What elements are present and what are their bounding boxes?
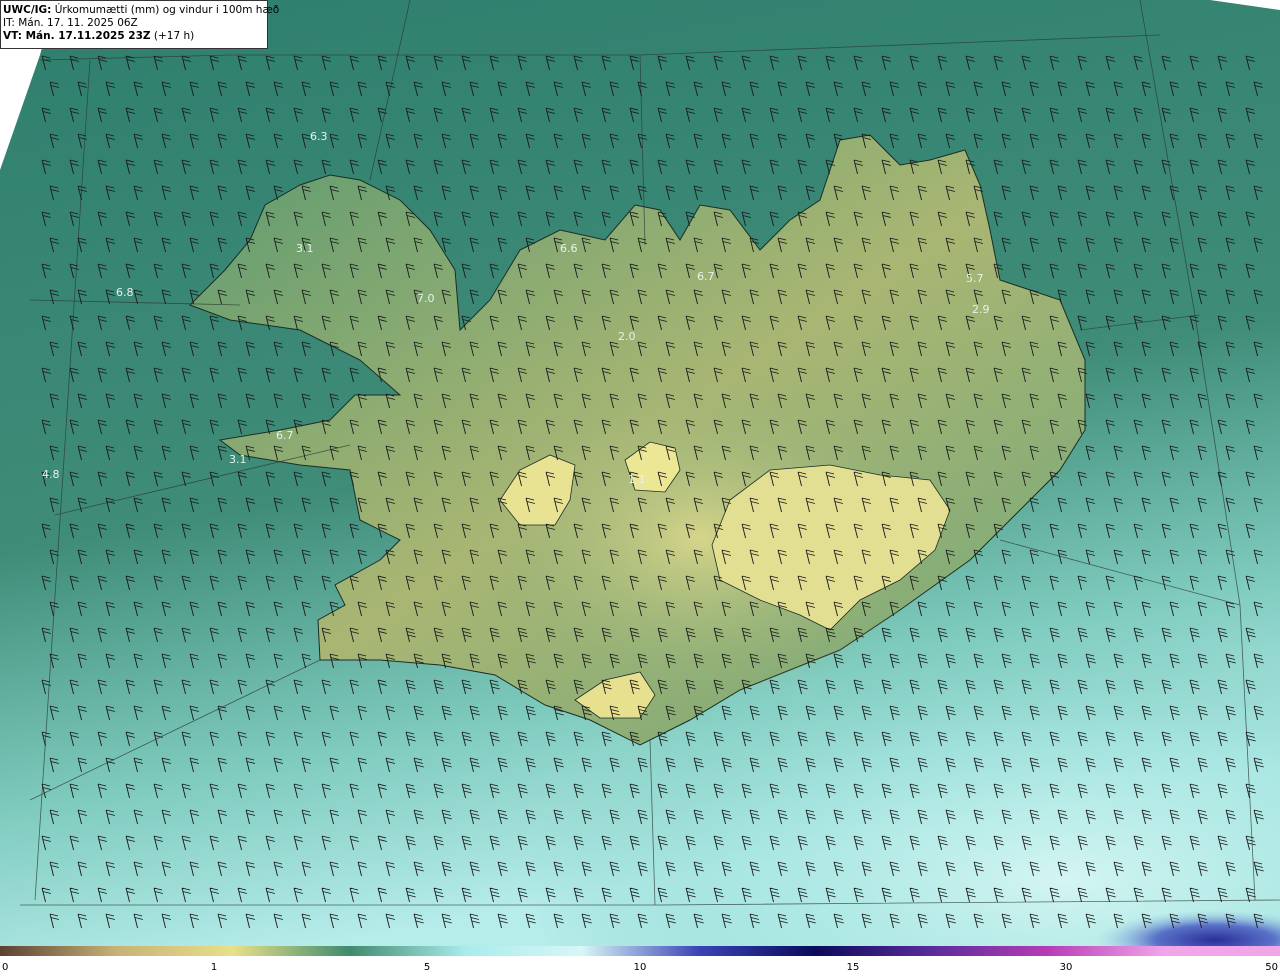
precipitation-wind-map: 6.3 3.1 6.8 7.0 6.6 6.7 5.7 2.9 2.0 6.7 … xyxy=(0,0,1280,946)
precip-value-label: 6.8 xyxy=(116,286,134,299)
header-line-valid-time: VT: Mán. 17.11.2025 23Z (+17 h) xyxy=(3,30,195,42)
precip-value-label: 6.7 xyxy=(276,429,294,442)
colorbar-segment xyxy=(0,946,118,956)
colorbar-tick: 5 xyxy=(423,962,431,973)
colorbar-segment xyxy=(349,946,467,956)
precip-value-label: 1.1 xyxy=(628,473,646,486)
colorbar-tick-labels: 0 1 5 10 15 30 50 xyxy=(0,962,1280,976)
colorbar-segment xyxy=(698,946,816,956)
precip-value-label: 6.3 xyxy=(310,130,328,143)
header-line-title: UWC/IG: Úrkomumætti (mm) og vindur i 100… xyxy=(3,4,280,16)
precip-value-label: 2.0 xyxy=(618,330,636,343)
precip-value-label: 7.0 xyxy=(417,292,435,305)
colorbar-tick: 30 xyxy=(1059,962,1073,973)
precip-value-label: 6.6 xyxy=(560,242,578,255)
colorbar-segment xyxy=(581,946,700,956)
header-line-initial-time: IT: Mán. 17. 11. 2025 06Z xyxy=(3,17,138,29)
colorbar-tick: 1 xyxy=(210,962,218,973)
colorbar-segment xyxy=(232,946,351,956)
map-header: UWC/IG: Úrkomumætti (mm) og vindur i 100… xyxy=(0,0,280,49)
precip-value-label: 3.1 xyxy=(229,453,247,466)
colorbar-segment xyxy=(1047,946,1165,956)
colorbar-tick: 50 xyxy=(1265,962,1278,973)
precip-value-label: 5.7 xyxy=(966,272,984,285)
colorbar-tick: 15 xyxy=(846,962,860,973)
precip-value-label: 2.9 xyxy=(972,303,990,316)
colorbar-segment xyxy=(1163,946,1280,956)
precip-value-label: 3.1 xyxy=(296,242,314,255)
precip-colorbar xyxy=(0,946,1280,956)
colorbar-segment xyxy=(465,946,583,956)
precip-value-label: 4.8 xyxy=(42,468,60,481)
colorbar-segment xyxy=(814,946,932,956)
precip-value-label: 6.7 xyxy=(697,270,715,283)
colorbar-tick: 10 xyxy=(633,962,647,973)
colorbar-segment xyxy=(116,946,234,956)
colorbar-tick: 0 xyxy=(2,962,9,973)
colorbar-segment xyxy=(930,946,1049,956)
